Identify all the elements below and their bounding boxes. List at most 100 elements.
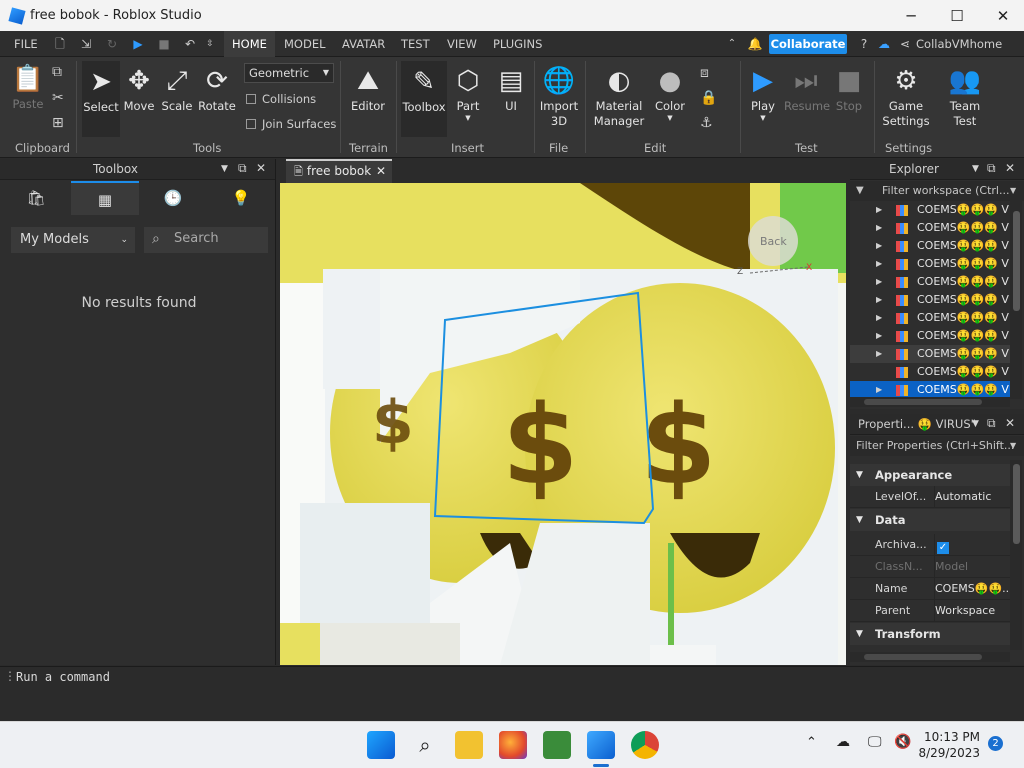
tab-close-icon[interactable]: ✕ <box>376 161 386 182</box>
material-manager-button[interactable]: ◐ Material Manager <box>592 65 646 129</box>
duplicate-icon[interactable]: ⊞ <box>52 115 64 131</box>
tab-inventory[interactable]: ▦ <box>71 181 139 215</box>
redo-icon[interactable]: ↻ <box>104 36 120 52</box>
expand-arrow-icon[interactable]: ▶ <box>876 345 882 363</box>
property-parent[interactable]: Parent Workspace <box>850 600 1010 622</box>
explorer-item[interactable]: ▶ COEMS🤑🤑🤑 V <box>850 201 1010 219</box>
viewport-back-label[interactable]: Back <box>760 235 787 248</box>
minimize-button[interactable]: ─ <box>888 0 934 31</box>
select-tool-button[interactable]: ➤ Select <box>82 61 120 137</box>
panel-close-icon[interactable]: ✕ <box>1005 416 1015 430</box>
tab-home[interactable]: HOME <box>224 31 275 57</box>
panel-close-icon[interactable]: ✕ <box>1005 161 1015 175</box>
copy-icon[interactable]: ⧉ <box>52 64 62 80</box>
property-name[interactable]: Name COEMS🤑🤑... <box>850 578 1010 600</box>
firefox-icon[interactable] <box>499 731 527 759</box>
search-icon[interactable]: ⌕ <box>411 731 439 759</box>
stop-button[interactable]: ■ Stop <box>830 65 868 114</box>
collaborate-button[interactable]: Collaborate <box>769 34 847 54</box>
file-menu[interactable]: FILE <box>6 31 46 57</box>
property-archivable[interactable]: Archiva... ✓ <box>850 534 1010 556</box>
explorer-item[interactable]: ▶ COEMS🤑🤑🤑 V <box>850 219 1010 237</box>
tab-avatar[interactable]: AVATAR <box>334 31 393 57</box>
explorer-item[interactable]: ▶ COEMS🤑🤑🤑 V <box>850 273 1010 291</box>
category-appearance[interactable]: ▼ Appearance <box>850 464 1010 486</box>
explorer-item[interactable]: ▶ COEMS🤑🤑🤑 V <box>850 291 1010 309</box>
group-icon[interactable]: ⧈ <box>700 65 709 81</box>
expand-arrow-icon[interactable]: ▶ <box>876 237 882 255</box>
network-icon[interactable]: 🖵 <box>868 734 882 750</box>
expand-arrow-icon[interactable]: ▶ <box>876 273 882 291</box>
new-file-icon[interactable]: 🗋 <box>52 36 68 52</box>
category-transform[interactable]: ▼ Transform <box>850 623 1010 645</box>
command-bar[interactable]: ⋮ Run a command <box>0 666 1024 721</box>
explorer-item[interactable]: ▶ COEMS🤑🤑🤑 V <box>850 237 1010 255</box>
notification-bell-icon[interactable]: 🔔 <box>747 36 763 52</box>
scale-tool-button[interactable]: ⤢ Scale <box>159 65 195 114</box>
tab-test[interactable]: TEST <box>393 31 438 57</box>
tab-model[interactable]: MODEL <box>276 31 334 57</box>
team-test-button[interactable]: 👥 Team Test <box>940 65 990 129</box>
quick-play-icon[interactable]: ▶ <box>130 36 146 52</box>
quick-access-dropdown-icon[interactable]: ⇳ <box>202 36 218 52</box>
paste-button[interactable]: 📋 Paste <box>6 63 50 112</box>
undock-icon[interactable]: ⧉ <box>987 416 996 431</box>
expand-arrow-icon[interactable]: ▶ <box>876 291 882 309</box>
expand-arrow-icon[interactable]: ▶ <box>876 327 882 345</box>
resume-button[interactable]: ⏭ Resume <box>784 65 830 114</box>
undock-icon[interactable]: ⧉ <box>987 161 996 176</box>
file-explorer-icon[interactable] <box>455 731 483 759</box>
collapse-ribbon-icon[interactable]: ⌃ <box>724 36 740 52</box>
game-settings-button[interactable]: ⚙ Game Settings <box>880 65 932 129</box>
properties-filter-input[interactable]: Filter Properties (Ctrl+Shift... ▼ <box>850 436 1024 456</box>
tab-plugins[interactable]: PLUGINS <box>485 31 550 57</box>
explorer-item[interactable]: ▶ COEMS🤑🤑🤑 V <box>850 345 1010 363</box>
close-button[interactable]: ✕ <box>980 0 1024 31</box>
volume-muted-icon[interactable]: 🔇 <box>894 734 911 750</box>
task-manager-icon[interactable] <box>543 731 571 759</box>
part-button[interactable]: ⬡ Part ▼ <box>450 65 486 122</box>
explorer-hscrollbar[interactable] <box>850 397 1010 407</box>
expand-arrow-icon[interactable]: ▶ <box>876 309 882 327</box>
command-input[interactable]: Run a command <box>16 670 110 684</box>
lock-icon[interactable]: 🔒 <box>700 90 717 106</box>
move-tool-button[interactable]: ✥ Move <box>121 65 157 114</box>
start-menu-icon[interactable] <box>367 731 395 759</box>
panel-close-icon[interactable]: ✕ <box>256 161 266 175</box>
document-tab[interactable]: 🗎 free bobok ✕ <box>286 159 392 183</box>
tab-creations[interactable]: 💡 <box>207 181 275 215</box>
explorer-scrollbar[interactable] <box>1010 201 1022 399</box>
property-level-of-detail[interactable]: LevelOf... Automatic <box>850 486 1010 508</box>
roblox-studio-taskbar-icon[interactable] <box>587 731 615 759</box>
tab-recent[interactable]: 🕒 <box>139 181 207 215</box>
rotate-tool-button[interactable]: ⟳ Rotate <box>197 65 237 114</box>
panel-dropdown-icon[interactable]: ▼ <box>972 419 979 429</box>
undock-icon[interactable]: ⧉ <box>238 161 247 176</box>
cloud-offline-icon[interactable]: ☁ <box>836 734 850 750</box>
join-surfaces-checkbox[interactable]: Join Surfaces <box>246 117 336 131</box>
quick-stop-icon[interactable]: ■ <box>156 36 172 52</box>
archivable-checkbox[interactable]: ✓ <box>937 542 949 554</box>
chevron-up-icon[interactable]: ⌃ <box>806 735 817 750</box>
play-button[interactable]: ▶ Play ▼ <box>744 65 782 122</box>
explorer-filter-input[interactable]: ▼ Filter workspace (Ctrl... ▼ <box>850 181 1024 201</box>
expand-arrow-icon[interactable]: ▶ <box>876 201 882 219</box>
taskbar-clock[interactable]: 10:13 PM 8/29/2023 <box>916 729 980 761</box>
explorer-item[interactable]: ▶ COEMS🤑🤑🤑 V <box>850 327 1010 345</box>
anchor-icon[interactable]: ⚓ <box>700 115 713 131</box>
tab-view[interactable]: VIEW <box>439 31 485 57</box>
explorer-item[interactable]: ▶ COEMS🤑🤑🤑 V <box>850 309 1010 327</box>
import-3d-button[interactable]: 🌐 Import 3D <box>538 65 580 129</box>
notification-badge[interactable]: 2 <box>988 736 1003 751</box>
panel-dropdown-icon[interactable]: ▼ <box>221 164 228 174</box>
toolbox-button[interactable]: ✎ Toolbox <box>401 61 447 137</box>
explorer-item[interactable]: ▶ COEMS🤑🤑🤑 V <box>850 255 1010 273</box>
expand-arrow-icon[interactable]: ▶ <box>876 219 882 237</box>
tab-marketplace[interactable]: 🛍 <box>2 181 70 215</box>
transform-mode-dropdown[interactable]: Geometric ▼ <box>244 63 334 83</box>
color-button[interactable]: ● Color ▼ <box>650 65 690 122</box>
explorer-item[interactable]: COEMS🤑🤑🤑 V <box>850 363 1010 381</box>
cut-icon[interactable]: ✂ <box>52 90 64 106</box>
chrome-icon[interactable] <box>631 731 659 759</box>
collisions-checkbox[interactable]: Collisions <box>246 92 316 106</box>
